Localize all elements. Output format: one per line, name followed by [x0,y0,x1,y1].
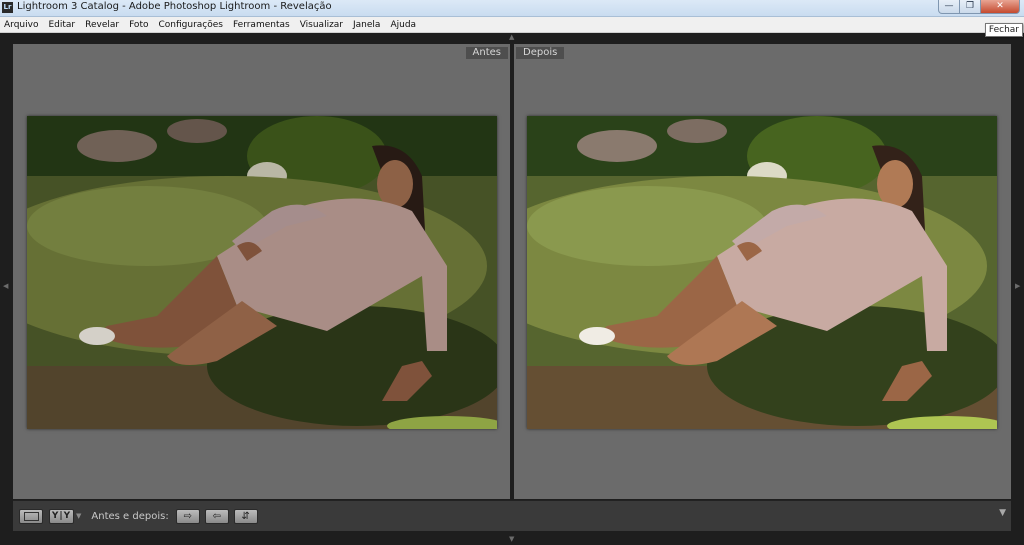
view-mode-dropdown-icon[interactable]: ▼ [76,512,81,520]
minimize-button[interactable]: — [938,0,960,14]
window-titlebar: Lr Lightroom 3 Catalog - Adobe Photoshop… [0,0,1024,17]
loupe-view-button[interactable] [19,508,43,524]
menu-ferramentas[interactable]: Ferramentas [228,20,295,30]
copy-settings-reverse-icon: ⇦ [212,510,221,522]
menu-janela[interactable]: Janela [348,20,385,30]
copy-before-to-after-button[interactable]: ⇨ [175,508,200,524]
close-icon: ✕ [996,1,1004,11]
menu-arquivo[interactable]: Arquivo [0,20,43,30]
menu-configuracoes[interactable]: Configurações [153,20,227,30]
before-after-label: Antes e depois: [91,510,169,522]
develop-toolbar: Y|Y ▼ Antes e depois: ⇨ ⇦ ⇵ ▼ [13,500,1011,531]
window-controls: — ❐ ✕ [938,0,1020,15]
develop-workspace: ▲ ◀ ▶ Antes Depois Y|Y ▼ Antes e depois:… [0,33,1024,545]
lightroom-app-icon[interactable]: Lr [2,2,13,13]
after-photo-image [527,116,997,429]
swap-settings-icon: ⇵ [241,510,250,522]
before-label: Antes [465,47,508,59]
before-photo[interactable] [27,116,497,429]
menu-ajuda[interactable]: Ajuda [385,20,421,30]
right-panel-toggle-icon[interactable]: ▶ [1015,283,1020,290]
bottom-panel-toggle-icon[interactable]: ▼ [509,536,514,543]
copy-after-to-before-button[interactable]: ⇦ [204,508,229,524]
toolbar-options-dropdown-icon[interactable]: ▼ [999,508,1006,518]
loupe-view-icon [23,511,39,521]
menu-visualizar[interactable]: Visualizar [295,20,348,30]
menu-foto[interactable]: Foto [124,20,153,30]
before-after-view-icon: Y|Y [51,511,72,521]
minimize-icon: — [944,1,954,11]
after-photo[interactable] [527,116,997,429]
after-pane: Depois [514,44,1011,499]
before-photo-image [27,116,497,429]
top-panel-toggle-icon[interactable]: ▲ [509,34,514,41]
menu-bar: Arquivo Editar Revelar Foto Configuraçõe… [0,17,1024,33]
close-button[interactable]: ✕ [981,0,1020,14]
close-tooltip: Fechar [984,23,1023,37]
before-pane: Antes [13,44,510,499]
menu-revelar[interactable]: Revelar [80,20,124,30]
copy-settings-icon: ⇨ [183,510,192,522]
left-panel-toggle-icon[interactable]: ◀ [3,283,8,290]
swap-settings-button[interactable]: ⇵ [233,508,258,524]
restore-icon: ❐ [965,1,975,11]
restore-button[interactable]: ❐ [960,0,981,14]
menu-editar[interactable]: Editar [43,20,80,30]
after-label: Depois [516,47,565,59]
before-after-view-button[interactable]: Y|Y [49,508,74,524]
window-title: Lightroom 3 Catalog - Adobe Photoshop Li… [17,1,332,12]
